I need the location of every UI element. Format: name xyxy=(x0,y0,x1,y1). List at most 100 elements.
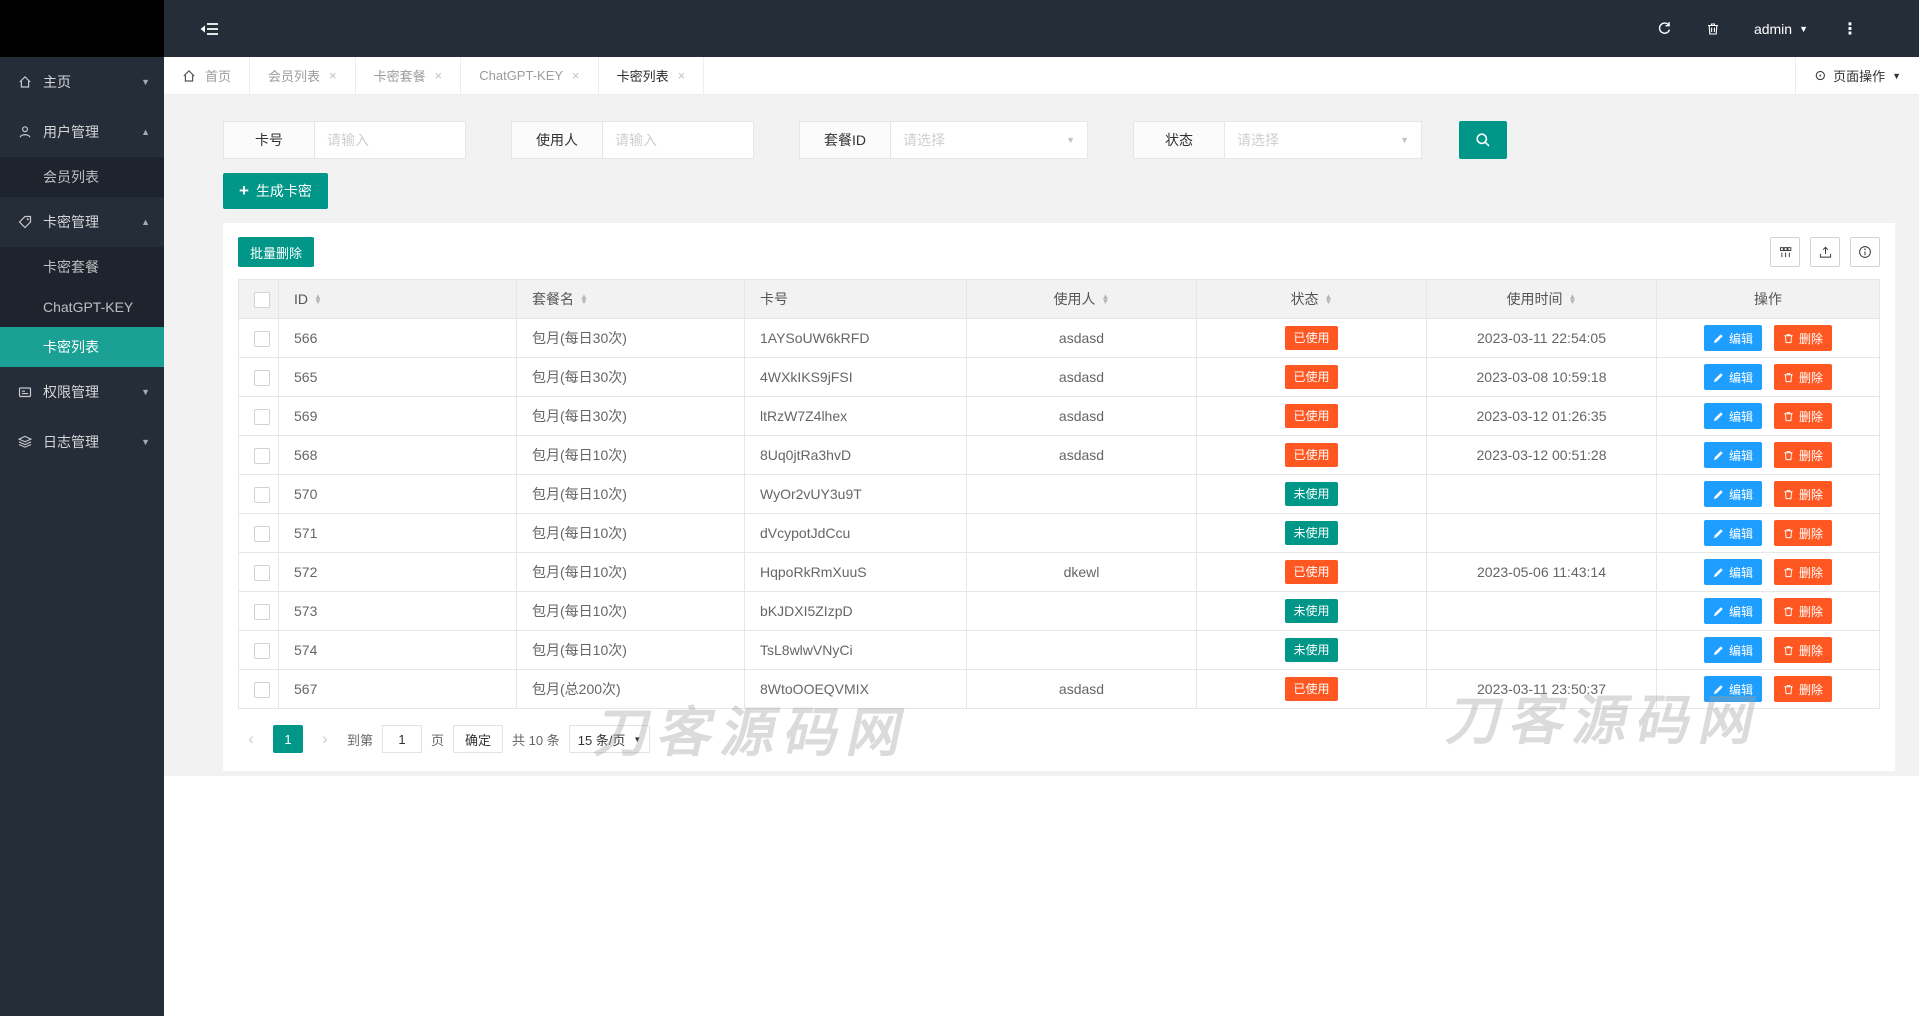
delete-button[interactable]: 删除 xyxy=(1774,559,1832,585)
edit-button[interactable]: 编辑 xyxy=(1704,520,1762,546)
delete-button[interactable]: 删除 xyxy=(1774,520,1832,546)
edit-button[interactable]: 编辑 xyxy=(1704,325,1762,351)
cell-actions: 编辑 删除 xyxy=(1657,397,1880,436)
row-checkbox[interactable] xyxy=(254,370,270,386)
tab-card-list[interactable]: 卡密列表 × xyxy=(599,57,705,94)
refresh-icon[interactable] xyxy=(1657,21,1672,36)
close-icon[interactable]: × xyxy=(572,68,580,83)
chevron-down-icon: ▼ xyxy=(1799,24,1808,34)
cell-user: dkewl xyxy=(967,553,1197,592)
edit-button[interactable]: 编辑 xyxy=(1704,598,1762,624)
cell-actions: 编辑 删除 xyxy=(1657,436,1880,475)
sidebar-subitem-member-list[interactable]: 会员列表 xyxy=(0,157,164,197)
cell-card-number: 1AYSoUW6kRFD xyxy=(745,319,967,358)
delete-button[interactable]: 删除 xyxy=(1774,442,1832,468)
search-button[interactable] xyxy=(1459,121,1507,159)
sort-icon[interactable]: ▲▼ xyxy=(1325,294,1333,304)
tab-member-list[interactable]: 会员列表 × xyxy=(250,57,356,94)
cell-user: asdasd xyxy=(967,319,1197,358)
filter-label: 卡号 xyxy=(223,121,315,159)
current-page[interactable]: 1 xyxy=(273,725,303,753)
delete-button[interactable]: 删除 xyxy=(1774,364,1832,390)
filter-select-status[interactable]: 请选择 ▼ xyxy=(1224,121,1422,159)
sidebar-item-user-mgmt[interactable]: 用户管理 ▲ xyxy=(0,107,164,157)
row-checkbox[interactable] xyxy=(254,565,270,581)
table-row: 571 包月(每日10次) dVcypotJdCcu 未使用 编辑 删除 xyxy=(239,514,1880,553)
cell-use-time: 2023-03-11 23:50:37 xyxy=(1427,670,1657,709)
info-icon[interactable] xyxy=(1850,237,1880,267)
plus-icon: + xyxy=(239,181,249,201)
next-page-icon[interactable]: › xyxy=(312,725,338,753)
sort-icon[interactable]: ▲▼ xyxy=(314,294,322,304)
delete-button[interactable]: 删除 xyxy=(1774,676,1832,702)
delete-button[interactable]: 删除 xyxy=(1774,481,1832,507)
row-checkbox[interactable] xyxy=(254,487,270,503)
close-icon[interactable]: × xyxy=(329,68,337,83)
filter-input-card-no[interactable]: 请输入 xyxy=(314,121,466,159)
edit-button[interactable]: 编辑 xyxy=(1704,559,1762,585)
row-checkbox[interactable] xyxy=(254,409,270,425)
tab-card-plans[interactable]: 卡密套餐 × xyxy=(356,57,462,94)
tab-chatgpt-key[interactable]: ChatGPT-KEY × xyxy=(461,57,598,94)
close-icon[interactable]: × xyxy=(435,68,443,83)
sidebar-subitem-card-plans[interactable]: 卡密套餐 xyxy=(0,247,164,287)
confirm-page-button[interactable]: 确定 xyxy=(453,725,503,753)
batch-delete-button[interactable]: 批量删除 xyxy=(238,237,314,267)
page-number-input[interactable] xyxy=(382,725,422,753)
cell-plan: 包月(总200次) xyxy=(517,670,745,709)
row-checkbox[interactable] xyxy=(254,448,270,464)
edit-button[interactable]: 编辑 xyxy=(1704,676,1762,702)
sidebar-subitem-card-list[interactable]: 卡密列表 xyxy=(0,327,164,367)
select-all-checkbox[interactable] xyxy=(254,292,270,308)
sort-icon[interactable]: ▲▼ xyxy=(1102,294,1110,304)
cell-plan: 包月(每日30次) xyxy=(517,358,745,397)
table-toolbar: 批量删除 xyxy=(238,233,1880,279)
edit-button[interactable]: 编辑 xyxy=(1704,403,1762,429)
menu-toggle-icon[interactable] xyxy=(200,22,218,36)
sidebar-item-log-mgmt[interactable]: 日志管理 ▼ xyxy=(0,417,164,467)
sidebar-item-home[interactable]: 主页 ▼ xyxy=(0,57,164,107)
close-icon[interactable]: × xyxy=(678,68,686,83)
prev-page-icon[interactable]: ‹ xyxy=(238,725,264,753)
sidebar: 主页 ▼ 用户管理 ▲ 会员列表 卡密管理 ▲ 卡密套餐 ChatGPT-KEY… xyxy=(0,0,164,1016)
sidebar-item-card-mgmt[interactable]: 卡密管理 ▲ xyxy=(0,197,164,247)
admin-dropdown[interactable]: admin ▼ xyxy=(1754,21,1808,37)
chevron-down-icon: ▼ xyxy=(633,735,641,744)
row-checkbox[interactable] xyxy=(254,682,270,698)
tab-home[interactable]: 首页 xyxy=(164,57,250,94)
target-icon: ⊙ xyxy=(1814,67,1826,84)
page-actions-dropdown[interactable]: ⊙ 页面操作 ▼ xyxy=(1795,57,1919,94)
page-size-select[interactable]: 15 条/页 ▼ xyxy=(569,725,651,753)
sidebar-subitem-chatgpt-key[interactable]: ChatGPT-KEY xyxy=(0,287,164,327)
row-checkbox[interactable] xyxy=(254,331,270,347)
filter-input-user[interactable]: 请输入 xyxy=(602,121,754,159)
table-row: 568 包月(每日10次) 8Uq0jtRa3hvD asdasd 已使用 20… xyxy=(239,436,1880,475)
cell-card-number: ltRzW7Z4lhex xyxy=(745,397,967,436)
filter-label: 使用人 xyxy=(511,121,603,159)
cell-plan: 包月(每日10次) xyxy=(517,475,745,514)
edit-button[interactable]: 编辑 xyxy=(1704,364,1762,390)
trash-icon[interactable] xyxy=(1706,22,1720,36)
sort-icon[interactable]: ▲▼ xyxy=(580,294,588,304)
sort-icon[interactable]: ▲▼ xyxy=(1569,294,1577,304)
cell-actions: 编辑 删除 xyxy=(1657,592,1880,631)
columns-filter-icon[interactable] xyxy=(1770,237,1800,267)
chevron-up-icon: ▲ xyxy=(141,127,150,137)
row-checkbox[interactable] xyxy=(254,643,270,659)
delete-button[interactable]: 删除 xyxy=(1774,637,1832,663)
row-checkbox[interactable] xyxy=(254,526,270,542)
row-checkbox[interactable] xyxy=(254,604,270,620)
cell-id: 573 xyxy=(279,592,517,631)
delete-button[interactable]: 删除 xyxy=(1774,403,1832,429)
generate-card-button[interactable]: + 生成卡密 xyxy=(223,173,328,209)
sidebar-item-auth-mgmt[interactable]: 权限管理 ▼ xyxy=(0,367,164,417)
more-dots-icon[interactable]: ⋮ xyxy=(1842,19,1859,39)
delete-button[interactable]: 删除 xyxy=(1774,325,1832,351)
filter-select-plan-id[interactable]: 请选择 ▼ xyxy=(890,121,1088,159)
edit-button[interactable]: 编辑 xyxy=(1704,442,1762,468)
user-icon xyxy=(18,124,34,140)
export-icon[interactable] xyxy=(1810,237,1840,267)
edit-button[interactable]: 编辑 xyxy=(1704,481,1762,507)
edit-button[interactable]: 编辑 xyxy=(1704,637,1762,663)
delete-button[interactable]: 删除 xyxy=(1774,598,1832,624)
